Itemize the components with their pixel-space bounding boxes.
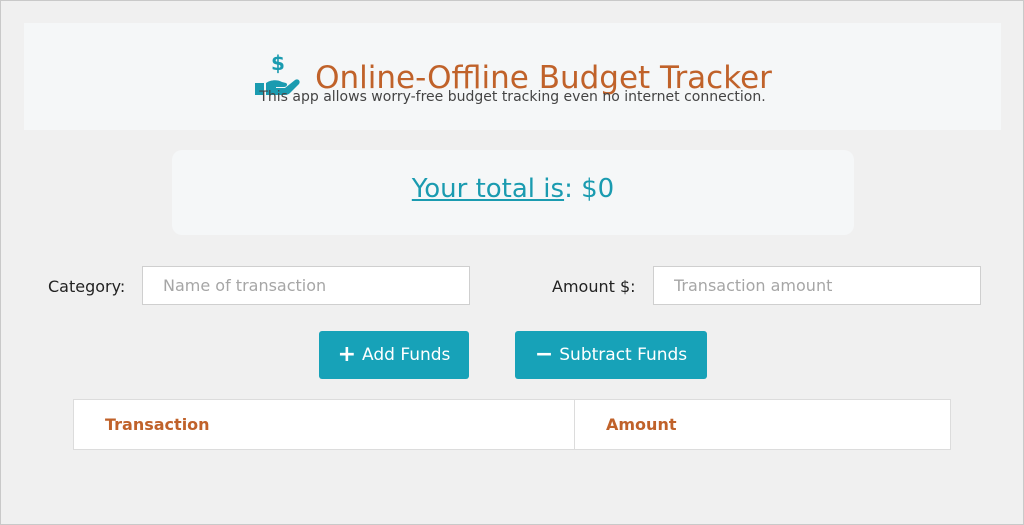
add-funds-button[interactable]: + Add Funds bbox=[319, 331, 469, 379]
app-subtitle: This app allows worry-free budget tracki… bbox=[259, 89, 766, 105]
total-line: Your total is: $0 bbox=[172, 174, 854, 204]
total-separator: : bbox=[564, 174, 573, 204]
subtract-funds-button[interactable]: − Subtract Funds bbox=[515, 331, 707, 379]
category-label: Category: bbox=[48, 277, 126, 296]
app-header: $ Online-Offline Budget Tracker This app… bbox=[24, 23, 1001, 130]
minus-icon: − bbox=[534, 342, 554, 367]
column-header-amount: Amount bbox=[606, 415, 677, 434]
add-funds-label: Add Funds bbox=[362, 345, 451, 365]
total-value: $0 bbox=[581, 174, 615, 204]
amount-label: Amount $: bbox=[552, 277, 636, 296]
amount-input[interactable] bbox=[653, 266, 981, 305]
category-input[interactable] bbox=[142, 266, 470, 305]
subtract-funds-label: Subtract Funds bbox=[559, 345, 688, 365]
column-header-transaction: Transaction bbox=[74, 400, 575, 449]
total-label-link[interactable]: Your total is bbox=[412, 174, 564, 204]
transactions-table: Transaction Amount bbox=[73, 399, 951, 450]
plus-icon: + bbox=[337, 342, 357, 367]
total-panel: Your total is: $0 bbox=[172, 150, 854, 235]
svg-text:$: $ bbox=[271, 53, 285, 75]
